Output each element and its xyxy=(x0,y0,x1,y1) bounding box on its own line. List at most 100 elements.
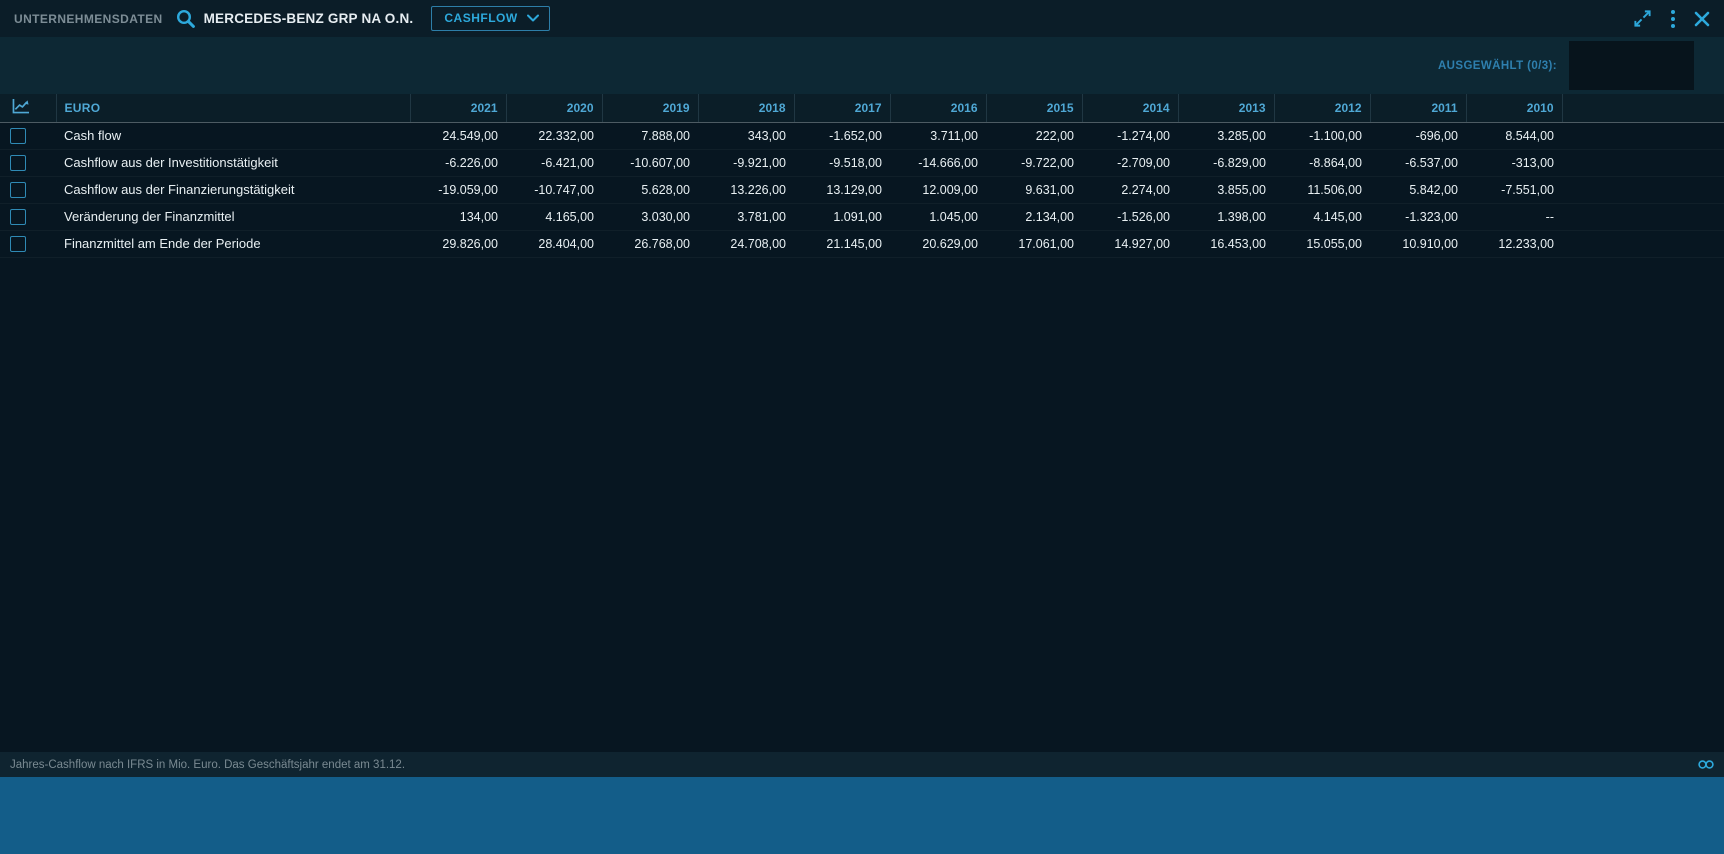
cell-value: -313,00 xyxy=(1466,149,1562,176)
cell-value: 11.506,00 xyxy=(1274,176,1370,203)
cell-value: -1.323,00 xyxy=(1370,203,1466,230)
cell-value: 10.910,00 xyxy=(1370,230,1466,257)
cell-value: -1.100,00 xyxy=(1274,122,1370,149)
row-checkbox[interactable] xyxy=(10,209,26,225)
footer: Jahres-Cashflow nach IFRS in Mio. Euro. … xyxy=(0,752,1724,777)
app-label: UNTERNEHMENSDATEN xyxy=(14,12,163,26)
close-icon[interactable] xyxy=(1694,11,1710,27)
cell-value: 24.708,00 xyxy=(698,230,794,257)
cell-value: 16.453,00 xyxy=(1178,230,1274,257)
empty-content-area xyxy=(0,258,1724,753)
cell-value: 3.285,00 xyxy=(1178,122,1274,149)
column-header-year: 2010 xyxy=(1466,94,1562,122)
titlebar: UNTERNEHMENSDATEN MERCEDES-BENZ GRP NA O… xyxy=(0,0,1724,37)
view-selector-dropdown[interactable]: CASHFLOW xyxy=(431,6,549,31)
cell-value: -9.518,00 xyxy=(794,149,890,176)
chevron-down-icon xyxy=(527,14,539,22)
chart-column-header xyxy=(0,94,56,122)
cell-value: 12.233,00 xyxy=(1466,230,1562,257)
table-header-row: EURO 2021 2020 2019 2018 2017 2016 2015 … xyxy=(0,94,1724,122)
cell-value: 134,00 xyxy=(410,203,506,230)
row-checkbox[interactable] xyxy=(10,236,26,252)
cell-value: 15.055,00 xyxy=(1274,230,1370,257)
cell-value: -6.829,00 xyxy=(1178,149,1274,176)
cell-value: -9.921,00 xyxy=(698,149,794,176)
column-header-year: 2012 xyxy=(1274,94,1370,122)
cell-value: -2.709,00 xyxy=(1082,149,1178,176)
row-label: Cash flow xyxy=(56,122,410,149)
cell-value: 2.274,00 xyxy=(1082,176,1178,203)
cell-value: 3.781,00 xyxy=(698,203,794,230)
row-label: Finanzmittel am Ende der Periode xyxy=(56,230,410,257)
row-checkbox[interactable] xyxy=(10,155,26,171)
column-header-year: 2014 xyxy=(1082,94,1178,122)
cell-value: 5.628,00 xyxy=(602,176,698,203)
row-label: Cashflow aus der Investitionstätigkeit xyxy=(56,149,410,176)
row-checkbox[interactable] xyxy=(10,128,26,144)
cell-value: 22.332,00 xyxy=(506,122,602,149)
selection-bar: AUSGEWÄHLT (0/3): xyxy=(0,37,1724,94)
selected-items-slot xyxy=(1569,41,1694,90)
cell-value: -6.537,00 xyxy=(1370,149,1466,176)
column-header-year: 2011 xyxy=(1370,94,1466,122)
cell-value: -1.652,00 xyxy=(794,122,890,149)
cell-value: -- xyxy=(1466,203,1562,230)
cell-value: 14.927,00 xyxy=(1082,230,1178,257)
cell-value: 20.629,00 xyxy=(890,230,986,257)
link-icon[interactable] xyxy=(1698,760,1714,769)
cell-value: 13.129,00 xyxy=(794,176,890,203)
expand-icon[interactable] xyxy=(1633,9,1652,28)
cell-value: 3.030,00 xyxy=(602,203,698,230)
cell-value: 21.145,00 xyxy=(794,230,890,257)
cell-value: 28.404,00 xyxy=(506,230,602,257)
cell-value: -9.722,00 xyxy=(986,149,1082,176)
cell-value: 222,00 xyxy=(986,122,1082,149)
cell-value: 343,00 xyxy=(698,122,794,149)
cell-value: -6.421,00 xyxy=(506,149,602,176)
table-row: Veränderung der Finanzmittel 134,00 4.16… xyxy=(0,203,1724,230)
column-header-year: 2018 xyxy=(698,94,794,122)
cell-value: -10.747,00 xyxy=(506,176,602,203)
cell-value: 4.165,00 xyxy=(506,203,602,230)
row-checkbox[interactable] xyxy=(10,182,26,198)
view-selector-label: CASHFLOW xyxy=(444,11,517,25)
table-row: Cashflow aus der Investitionstätigkeit -… xyxy=(0,149,1724,176)
column-header-year: 2019 xyxy=(602,94,698,122)
column-header-year: 2020 xyxy=(506,94,602,122)
cell-value: 26.768,00 xyxy=(602,230,698,257)
cell-value: 8.544,00 xyxy=(1466,122,1562,149)
cell-value: -7.551,00 xyxy=(1466,176,1562,203)
selected-count-label: AUSGEWÄHLT (0/3): xyxy=(1438,60,1557,72)
bottom-band xyxy=(0,777,1724,854)
column-header-year: 2013 xyxy=(1178,94,1274,122)
cashflow-table: EURO 2021 2020 2019 2018 2017 2016 2015 … xyxy=(0,94,1724,258)
column-header-year: 2021 xyxy=(410,94,506,122)
cell-value: 5.842,00 xyxy=(1370,176,1466,203)
cell-value: 1.398,00 xyxy=(1178,203,1274,230)
cell-value: -8.864,00 xyxy=(1274,149,1370,176)
cell-value: 29.826,00 xyxy=(410,230,506,257)
cell-value: 3.855,00 xyxy=(1178,176,1274,203)
footer-note: Jahres-Cashflow nach IFRS in Mio. Euro. … xyxy=(10,759,405,771)
table-row: Finanzmittel am Ende der Periode 29.826,… xyxy=(0,230,1724,257)
row-label: Cashflow aus der Finanzierungstätigkeit xyxy=(56,176,410,203)
chart-line-icon xyxy=(12,98,30,114)
cell-value: 1.045,00 xyxy=(890,203,986,230)
cell-value: 9.631,00 xyxy=(986,176,1082,203)
search-icon[interactable] xyxy=(175,8,196,29)
header-spacer xyxy=(1562,94,1724,122)
column-header-year: 2016 xyxy=(890,94,986,122)
cell-value: -1.526,00 xyxy=(1082,203,1178,230)
row-label: Veränderung der Finanzmittel xyxy=(56,203,410,230)
cell-value: 2.134,00 xyxy=(986,203,1082,230)
cell-value: -19.059,00 xyxy=(410,176,506,203)
cell-value: 4.145,00 xyxy=(1274,203,1370,230)
cell-value: 13.226,00 xyxy=(698,176,794,203)
column-header-year: 2017 xyxy=(794,94,890,122)
cell-value: -10.607,00 xyxy=(602,149,698,176)
cell-value: 12.009,00 xyxy=(890,176,986,203)
instrument-name: MERCEDES-BENZ GRP NA O.N. xyxy=(204,11,414,26)
cell-value: 7.888,00 xyxy=(602,122,698,149)
cell-value: 17.061,00 xyxy=(986,230,1082,257)
kebab-menu-icon[interactable] xyxy=(1670,9,1676,29)
